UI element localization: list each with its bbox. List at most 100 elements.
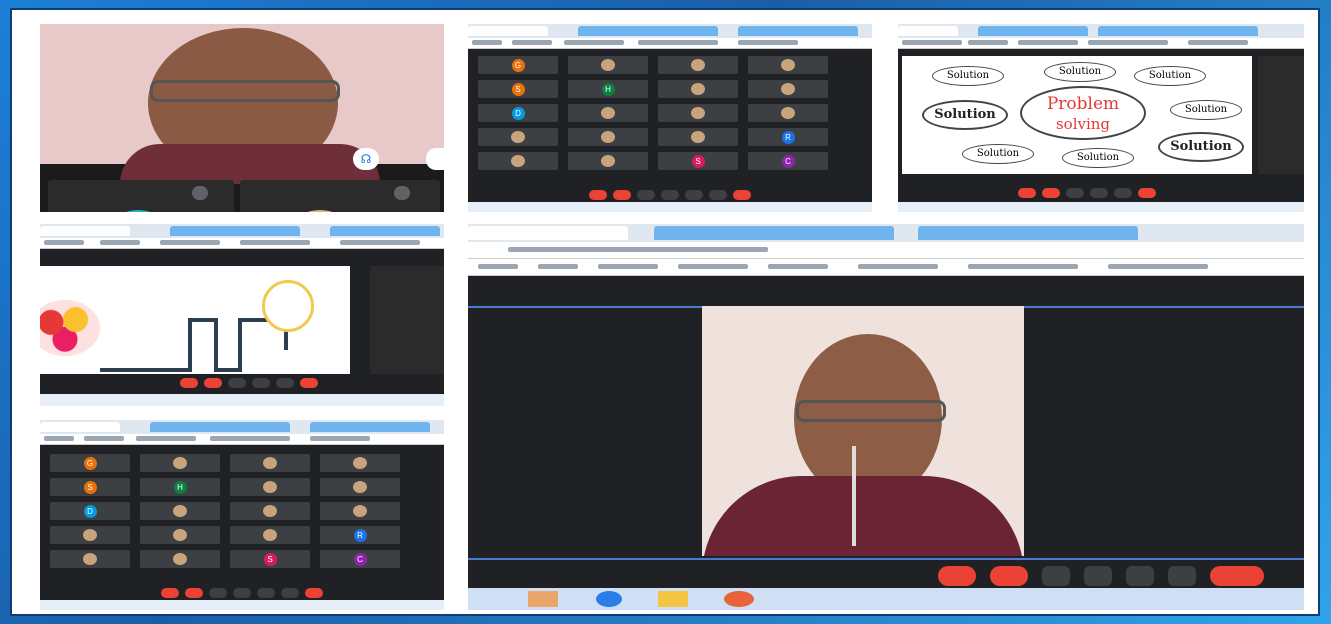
browser-tab-bar — [40, 420, 444, 434]
mic-toggle-button[interactable] — [938, 566, 976, 586]
participant-tile[interactable] — [748, 56, 828, 74]
participant-tile[interactable]: G — [478, 56, 558, 74]
participant-tile[interactable] — [658, 56, 738, 74]
participant-tile[interactable]: D — [478, 104, 558, 122]
participant-tile[interactable]: S — [658, 152, 738, 170]
captions-button[interactable] — [1042, 566, 1070, 586]
participant-thumb-2[interactable] — [240, 180, 440, 212]
participant-tile[interactable]: C — [748, 152, 828, 170]
participant-tile[interactable] — [478, 128, 558, 146]
participant-tile[interactable]: H — [568, 80, 648, 98]
participant-video-thumb — [511, 155, 525, 167]
avatar: C — [781, 154, 795, 168]
participant-video-thumb — [263, 457, 277, 469]
participant-tile[interactable] — [50, 550, 130, 568]
end-call-button[interactable] — [300, 378, 318, 388]
participant-video-thumb — [353, 457, 367, 469]
present-button[interactable] — [252, 378, 270, 388]
captions-button[interactable] — [1066, 188, 1084, 198]
pin-icon[interactable]: ☊ — [353, 148, 379, 170]
camera-toggle-button[interactable] — [185, 588, 203, 598]
taskbar-app-icon[interactable] — [596, 591, 622, 607]
participant-tile[interactable] — [320, 478, 400, 496]
participant-tile[interactable]: D — [50, 502, 130, 520]
participant-tile[interactable] — [230, 526, 310, 544]
fullscreen-icon[interactable] — [426, 148, 444, 170]
taskbar-app-icon[interactable] — [724, 591, 754, 607]
bookmarks-bar — [898, 38, 1304, 49]
end-call-button[interactable] — [1138, 188, 1156, 198]
participant-tile[interactable] — [230, 454, 310, 472]
more-options-button[interactable] — [276, 378, 294, 388]
participant-tile[interactable]: S — [230, 550, 310, 568]
participant-tile[interactable] — [478, 152, 558, 170]
participant-tile[interactable] — [230, 502, 310, 520]
end-call-button[interactable] — [305, 588, 323, 598]
participant-tile[interactable]: S — [50, 478, 130, 496]
mic-toggle-button[interactable] — [161, 588, 179, 598]
more-options-button[interactable] — [281, 588, 299, 598]
raise-hand-button[interactable] — [661, 190, 679, 200]
participant-tile[interactable] — [658, 80, 738, 98]
captions-button[interactable] — [228, 378, 246, 388]
os-taskbar — [898, 202, 1304, 212]
participant-tile[interactable]: R — [320, 526, 400, 544]
present-button[interactable] — [1084, 566, 1112, 586]
participant-tile[interactable]: G — [50, 454, 130, 472]
avatar: H — [601, 82, 615, 96]
mic-toggle-button[interactable] — [589, 190, 607, 200]
os-taskbar — [40, 394, 444, 406]
present-button[interactable] — [685, 190, 703, 200]
participant-tile[interactable] — [658, 104, 738, 122]
participant-tile[interactable] — [568, 56, 648, 74]
address-bar[interactable] — [468, 242, 1304, 259]
raise-hand-button[interactable] — [233, 588, 251, 598]
camera-toggle-button[interactable] — [204, 378, 222, 388]
end-call-button[interactable] — [733, 190, 751, 200]
participant-tile[interactable] — [658, 128, 738, 146]
camera-toggle-button[interactable] — [1042, 188, 1060, 198]
meeting-controls — [938, 566, 1264, 586]
avatar: G — [511, 58, 525, 72]
more-options-button[interactable] — [1114, 188, 1132, 198]
participant-tile[interactable] — [140, 502, 220, 520]
more-options-button[interactable] — [709, 190, 727, 200]
taskbar-app-icon[interactable] — [658, 591, 688, 607]
more-options-button[interactable] — [1168, 566, 1196, 586]
taskbar-app-icon[interactable] — [528, 591, 558, 607]
mic-toggle-button[interactable] — [180, 378, 198, 388]
participant-tile[interactable]: C — [320, 550, 400, 568]
participant-tile[interactable]: R — [748, 128, 828, 146]
participant-tile[interactable] — [50, 526, 130, 544]
participant-tile[interactable]: H — [140, 478, 220, 496]
camera-toggle-button[interactable] — [613, 190, 631, 200]
avatar: G — [83, 456, 97, 470]
participant-tile[interactable] — [568, 104, 648, 122]
participant-tile[interactable] — [140, 454, 220, 472]
participant-tile[interactable]: S — [478, 80, 558, 98]
participant-tile[interactable] — [748, 104, 828, 122]
captions-button[interactable] — [209, 588, 227, 598]
avatar: D — [511, 106, 525, 120]
participant-tile[interactable] — [230, 478, 310, 496]
solution-node-topright: Solution — [1134, 66, 1206, 86]
mic-off-icon — [394, 186, 410, 200]
participant-tile[interactable] — [320, 502, 400, 520]
avatar: S — [691, 154, 705, 168]
participant-tile[interactable] — [320, 454, 400, 472]
participant-tile[interactable] — [568, 128, 648, 146]
participant-tile[interactable] — [748, 80, 828, 98]
present-button[interactable] — [1090, 188, 1108, 198]
mic-off-icon — [192, 186, 208, 200]
participant-tile[interactable] — [568, 152, 648, 170]
present-button[interactable] — [257, 588, 275, 598]
camera-toggle-button[interactable] — [990, 566, 1028, 586]
end-call-button[interactable] — [1210, 566, 1264, 586]
participant-tile[interactable] — [140, 550, 220, 568]
mic-toggle-button[interactable] — [1018, 188, 1036, 198]
participant-thumb-1[interactable] — [48, 180, 234, 212]
participant-tile[interactable] — [140, 526, 220, 544]
activities-button[interactable] — [1126, 566, 1154, 586]
captions-button[interactable] — [637, 190, 655, 200]
os-taskbar — [468, 202, 872, 212]
